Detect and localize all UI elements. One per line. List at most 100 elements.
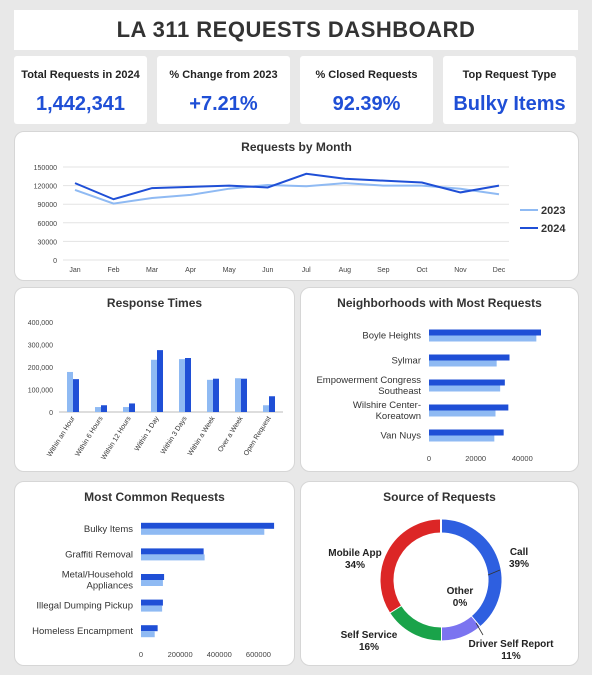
bar	[157, 350, 163, 412]
kpi-value: 1,442,341	[36, 93, 125, 115]
bar	[185, 358, 191, 412]
bar	[429, 410, 496, 417]
bar	[129, 403, 135, 412]
x-tick-label: Jan	[69, 267, 80, 274]
bar	[151, 359, 157, 412]
bar	[213, 378, 219, 412]
x-tick-label: 0	[427, 454, 431, 463]
slice-driver-self-report	[440, 616, 480, 641]
bar	[141, 528, 265, 535]
x-tick-label: Apr	[185, 267, 197, 274]
slice-call	[440, 519, 502, 627]
slice-label: Mobile App	[328, 548, 382, 559]
bar	[429, 404, 509, 411]
x-tick-label: Within a Week	[187, 415, 217, 457]
bar	[101, 405, 107, 412]
kpi-label: Total Requests in 2024	[21, 69, 140, 81]
bar	[141, 574, 165, 580]
category-label: Wilshire Center-	[353, 400, 421, 411]
y-tick-label: 30000	[38, 239, 58, 246]
category-label: Koreatown	[376, 411, 421, 422]
y-tick-label: 90000	[38, 202, 58, 209]
response-times-panel: Response Times 0 100,000 200,000 300,000 400…	[14, 287, 295, 472]
y-tick-label: 400,000	[28, 320, 53, 327]
horizontal-bar-chart: Bulky Items Graffiti Removal Metal/Househo…	[32, 522, 275, 659]
category-label: Boyle Heights	[362, 331, 421, 342]
bar	[429, 435, 495, 442]
slice-percent: 39%	[509, 559, 529, 570]
x-tick-label: Within 1 Day	[134, 415, 161, 453]
x-tick-label: Jul	[302, 267, 311, 274]
kpi-percent-change: % Change from 2023 +7.21%	[157, 56, 290, 124]
bar	[429, 360, 497, 367]
y-tick-label: 150000	[34, 165, 57, 172]
y-tick-label: 100,000	[28, 388, 53, 395]
bar	[141, 599, 163, 606]
bar	[141, 554, 205, 561]
dashboard-title: LA 311 REQUESTS DASHBOARD	[116, 17, 476, 42]
y-tick-label: 120000	[34, 184, 57, 191]
source-of-requests-panel: Source of Requests Call 39% Driver Self Re…	[300, 481, 579, 666]
slice-label: Call	[510, 547, 529, 558]
horizontal-bar-chart: Boyle Heights Sylmar Empowerment CongressS…	[316, 329, 541, 463]
x-tick-label: Aug	[339, 267, 352, 274]
bar	[141, 548, 204, 555]
bar	[429, 429, 504, 436]
x-tick-label: 200000	[168, 650, 193, 659]
y-tick-label: 60000	[38, 221, 58, 228]
x-tick-label: Dec	[493, 267, 506, 274]
y-tick-label: 0	[53, 258, 57, 265]
x-tick-label: Within 12 Hours	[100, 415, 133, 461]
x-tick-label: Oct	[416, 267, 427, 274]
bar-chart: 0 100,000 200,000 300,000 400,000 Within an H…	[28, 320, 283, 461]
y-tick-label: 200,000	[28, 365, 53, 372]
kpi-value: Bulky Items	[453, 93, 566, 115]
common-requests-panel: Most Common Requests Bulky Items Graffiti…	[14, 481, 295, 666]
bar	[123, 407, 129, 412]
legend-label: 2024	[541, 223, 566, 235]
slice-percent: 0%	[453, 598, 468, 609]
x-tick-label: 20000	[465, 454, 486, 463]
kpi-value: +7.21%	[189, 93, 258, 115]
y-tick-label: 0	[49, 410, 53, 417]
kpi-closed-requests: % Closed Requests 92.39%	[300, 56, 433, 124]
slice-self-service	[389, 605, 442, 641]
x-tick-label: Within 3 Days	[160, 415, 189, 456]
kpi-label: % Change from 2023	[169, 69, 278, 81]
bar	[207, 379, 213, 412]
bar	[141, 522, 275, 529]
slice-percent: 34%	[345, 560, 365, 571]
bar	[141, 631, 155, 638]
dashboard-header: LA 311 REQUESTS DASHBOARD	[14, 10, 578, 50]
neighborhoods-panel: Neighborhoods with Most Requests Boyle H…	[300, 287, 579, 472]
x-tick-label: 0	[139, 650, 143, 659]
legend-label: 2023	[541, 205, 565, 217]
category-label: Appliances	[87, 581, 134, 592]
category-label: Empowerment Congress	[316, 375, 421, 386]
category-label: Homeless Encampment	[32, 626, 133, 637]
bar	[269, 396, 275, 412]
x-tick-label: Within an Hour	[46, 415, 77, 459]
bar	[179, 359, 185, 412]
slice-percent: 16%	[359, 642, 379, 653]
bar	[141, 580, 163, 586]
x-tick-label: Mar	[146, 267, 159, 274]
kpi-label: % Closed Requests	[315, 69, 418, 81]
x-tick-label: Open Request	[243, 415, 273, 457]
kpi-total-requests: Total Requests in 2024 1,442,341	[14, 56, 147, 124]
bar	[73, 379, 79, 412]
bar	[429, 329, 541, 336]
slice-mobile-app	[380, 519, 442, 613]
x-tick-label: Nov	[454, 267, 467, 274]
bar	[429, 354, 510, 361]
category-label: Southeast	[378, 386, 421, 397]
slice-label: Other	[447, 586, 474, 597]
bar	[235, 378, 241, 412]
bar	[429, 335, 537, 342]
line-chart: 0 30000 60000 90000 120000 150000 Jan Feb Mar Apr…	[34, 165, 567, 274]
x-tick-label: Sep	[377, 267, 390, 274]
slice-percent: 11%	[501, 651, 521, 662]
kpi-value: 92.39%	[332, 93, 401, 115]
bar	[141, 625, 158, 632]
bar	[67, 371, 73, 412]
